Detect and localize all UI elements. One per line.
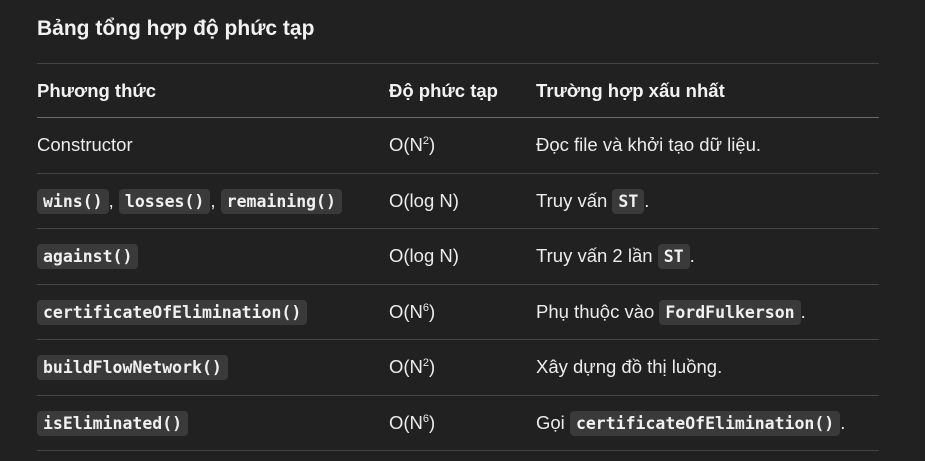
- worst-case-text: Truy vấn: [536, 189, 613, 211]
- worst-case-code: ST: [612, 188, 645, 214]
- worst-case-cell: Truy vấn ST.: [536, 173, 879, 229]
- complexity-cell: O(log N): [389, 173, 536, 229]
- worst-case-text: Gọi: [536, 411, 570, 433]
- complexity-cell: O(N2): [389, 118, 536, 174]
- method-code: isEliminated(): [37, 410, 189, 436]
- complexity-cell: O(N6): [389, 395, 536, 451]
- complexity-text: O(log N): [389, 189, 459, 211]
- worst-case-punct: .: [689, 245, 695, 267]
- worst-case-code: FordFulkerson: [659, 299, 801, 325]
- worst-case-punct: .: [800, 300, 806, 322]
- method-code: remaining(): [220, 188, 342, 214]
- worst-case-text: Phụ thuộc vào: [536, 300, 660, 322]
- method-cell: wins(), losses(), remaining(): [37, 173, 389, 229]
- complexity-base: O(N: [389, 134, 423, 156]
- worst-case-cell: Truy vấn 2 lần ST.: [536, 229, 879, 285]
- complexity-base: O(N: [389, 411, 423, 433]
- complexity-cell: O(N2): [389, 340, 536, 396]
- method-separator: ,: [210, 189, 216, 211]
- method-code: against(): [37, 244, 139, 270]
- header-method: Phương thức: [37, 79, 157, 101]
- method-code: wins(): [37, 188, 109, 214]
- worst-case-code: ST: [657, 244, 690, 270]
- worst-case-punct: .: [644, 189, 650, 211]
- worst-case-text: Xây dựng đồ thị luồng.: [536, 356, 723, 378]
- section-title: Bảng tổng hợp độ phức tạp: [37, 17, 315, 40]
- method-cell: against(): [37, 229, 389, 285]
- worst-case-cell: Phụ thuộc vào FordFulkerson.: [536, 284, 879, 340]
- method-code: buildFlowNetwork(): [37, 355, 228, 381]
- header-complexity: Độ phức tạp: [389, 79, 498, 101]
- table-row: Constructor O(N2) Đọc file và khởi tạo d…: [37, 118, 879, 174]
- complexity-cell: O(N6): [389, 284, 536, 340]
- method-cell: buildFlowNetwork(): [37, 340, 389, 396]
- header-worst-case: Trường hợp xấu nhất: [536, 79, 725, 101]
- worst-case-punct: .: [840, 411, 846, 433]
- complexity-table: Phương thức Độ phức tạp Trường hợp xấu n…: [37, 63, 879, 451]
- worst-case-text: Đọc file và khởi tạo dữ liệu.: [536, 134, 762, 156]
- worst-case-cell: Đọc file và khởi tạo dữ liệu.: [536, 118, 879, 174]
- table-row: buildFlowNetwork() O(N2) Xây dựng đồ thị…: [37, 340, 879, 396]
- worst-case-cell: Xây dựng đồ thị luồng.: [536, 340, 879, 396]
- method-code: certificateOfElimination(): [37, 299, 308, 325]
- complexity-base: O(N: [389, 356, 423, 378]
- method-separator: ,: [108, 189, 114, 211]
- complexity-tail: ): [429, 411, 436, 433]
- table-row: isEliminated() O(N6) Gọi certificateOfEl…: [37, 395, 879, 451]
- table-row: certificateOfElimination() O(N6) Phụ thu…: [37, 284, 879, 340]
- complexity-tail: ): [429, 356, 436, 378]
- worst-case-text: Truy vấn 2 lần: [536, 245, 658, 267]
- table-row: wins(), losses(), remaining() O(log N) T…: [37, 173, 879, 229]
- worst-case-cell: Gọi certificateOfElimination().: [536, 395, 879, 451]
- method-name: Constructor: [37, 134, 133, 156]
- complexity-cell: O(log N): [389, 229, 536, 285]
- complexity-base: O(N: [389, 300, 423, 322]
- method-cell: Constructor: [37, 118, 389, 174]
- worst-case-code: certificateOfElimination(): [569, 410, 841, 436]
- method-code: losses(): [118, 188, 211, 214]
- method-cell: certificateOfElimination(): [37, 284, 389, 340]
- complexity-text: O(log N): [389, 245, 459, 267]
- method-cell: isEliminated(): [37, 395, 389, 451]
- complexity-tail: ): [429, 134, 436, 156]
- complexity-tail: ): [429, 300, 436, 322]
- table-row: against() O(log N) Truy vấn 2 lần ST.: [37, 229, 879, 285]
- table-header-row: Phương thức Độ phức tạp Trường hợp xấu n…: [37, 63, 879, 118]
